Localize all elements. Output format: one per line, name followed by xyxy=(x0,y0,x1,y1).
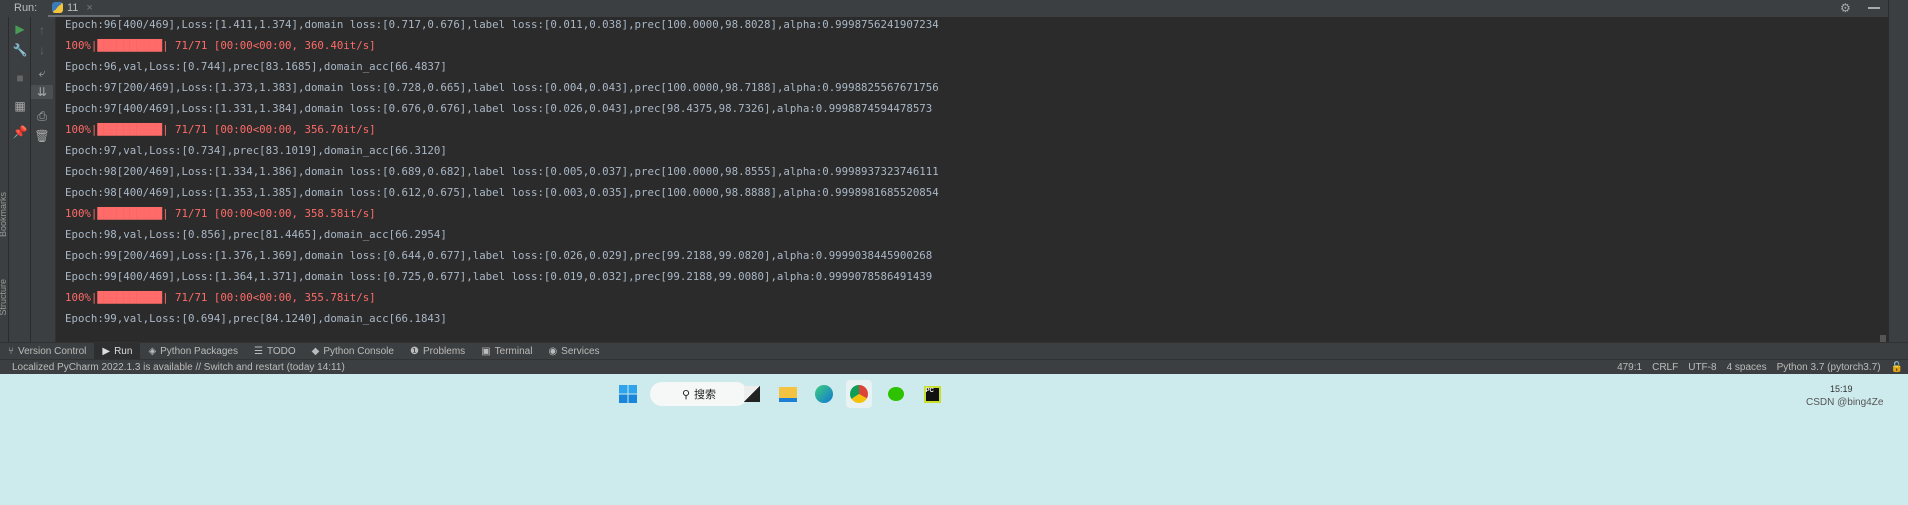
taskbar-search[interactable]: ⚲ 搜索 xyxy=(650,382,748,406)
tool-window-python-packages[interactable]: ◈ Python Packages xyxy=(140,343,246,360)
indent-setting[interactable]: 4 spaces xyxy=(1722,362,1772,373)
clock[interactable]: 15:19 xyxy=(1830,384,1853,394)
tool-window-todo[interactable]: ☰ TODO xyxy=(246,343,304,360)
trash-icon[interactable]: 🗑 xyxy=(31,129,53,143)
progress-line: 100%|██████████| 71/71 [00:00<00:00, 360… xyxy=(65,39,376,52)
console-line: Epoch:96[400/469],Loss:[1.411,1.374],dom… xyxy=(65,18,939,31)
line-separator[interactable]: CRLF xyxy=(1647,362,1683,373)
rerun-icon[interactable]: ▶ xyxy=(9,22,31,36)
tool-window-label: Services xyxy=(561,345,600,357)
pin-icon[interactable]: 📌 xyxy=(9,125,31,139)
minimize-icon[interactable] xyxy=(1868,7,1880,9)
pycharm-button[interactable]: PC xyxy=(920,382,944,406)
tool-window-python-console[interactable]: ◆ Python Console xyxy=(304,343,402,360)
run-label: Run: xyxy=(14,2,38,14)
tool-window-icon: ⑂ xyxy=(8,345,14,357)
right-tool-strip xyxy=(1888,0,1908,374)
tool-window-label: Python Console xyxy=(323,345,394,357)
layout-icon[interactable]: ▦ xyxy=(9,99,31,113)
run-toolbar: ▶ 🔧 ■ ▦ 📌 xyxy=(9,17,31,342)
console-output[interactable]: Epoch:96[400/469],Loss:[1.411,1.374],dom… xyxy=(57,17,1887,367)
up-arrow-icon[interactable]: ↑ xyxy=(31,23,53,37)
console-line: Epoch:97[200/469],Loss:[1.373,1.383],dom… xyxy=(65,81,939,94)
wechat-icon xyxy=(888,387,904,401)
run-tab-label: 11 xyxy=(67,1,79,14)
tool-window-services[interactable]: ◉ Services xyxy=(540,343,607,360)
console-line: Epoch:98,val,Loss:[0.856],prec[81.4465],… xyxy=(65,228,447,241)
folder-icon xyxy=(779,386,797,402)
scroll-to-end-icon[interactable]: ⇊ xyxy=(31,85,53,99)
tool-window-label: Version Control xyxy=(18,345,87,357)
pycharm-icon: PC xyxy=(923,385,941,403)
console-line: Epoch:99,val,Loss:[0.694],prec[84.1240],… xyxy=(65,312,447,325)
tool-window-icon: ▣ xyxy=(481,345,491,357)
console-line: Epoch:97,val,Loss:[0.734],prec[83.1019],… xyxy=(65,144,447,157)
taskbar: ⚲ 搜索 PC 15:19 CSDN @bing4Ze xyxy=(0,374,1908,505)
python-icon xyxy=(52,2,63,13)
tool-window-label: Problems xyxy=(422,345,466,357)
tool-window-run[interactable]: ▶ Run xyxy=(94,342,141,360)
console-line: Epoch:98[200/469],Loss:[1.334,1.386],dom… xyxy=(65,165,939,178)
tool-window-problems[interactable]: ❶ Problems xyxy=(402,343,473,360)
tool-window-label: Terminal xyxy=(494,345,533,357)
console-line: Epoch:97[400/469],Loss:[1.331,1.384],dom… xyxy=(65,102,933,115)
tool-window-icon: ☰ xyxy=(253,345,263,357)
start-button[interactable] xyxy=(617,382,639,406)
wrench-icon[interactable]: 🔧 xyxy=(9,43,31,57)
down-arrow-icon[interactable]: ↓ xyxy=(31,43,53,57)
tool-window-label: Python Packages xyxy=(160,345,238,357)
print-icon[interactable]: ⎙ xyxy=(31,109,53,124)
tool-window-icon: ◈ xyxy=(148,345,157,357)
windows-icon xyxy=(619,385,637,403)
lock-icon[interactable]: 🔓 xyxy=(1886,362,1908,373)
edge-icon xyxy=(815,385,833,403)
left-tool-strip: Bookmarks Structure xyxy=(0,17,9,342)
tool-window-version-control[interactable]: ⑂ Version Control xyxy=(0,343,94,360)
file-explorer-button[interactable] xyxy=(776,382,800,406)
tool-window-icon: ▶ xyxy=(102,345,111,357)
update-message[interactable]: Localized PyCharm 2022.1.3 is available … xyxy=(0,362,1612,373)
tool-window-icon: ❶ xyxy=(409,345,419,357)
tool-window-icon: ◉ xyxy=(548,345,558,357)
progress-line: 100%|██████████| 71/71 [00:00<00:00, 358… xyxy=(65,207,376,220)
search-label: 搜索 xyxy=(694,389,717,401)
close-icon[interactable]: × xyxy=(86,2,92,14)
bookmarks-tab[interactable]: Bookmarks xyxy=(0,192,8,237)
console-line: Epoch:99[400/469],Loss:[1.364,1.371],dom… xyxy=(65,270,933,283)
file-encoding[interactable]: UTF-8 xyxy=(1683,362,1721,373)
progress-line: 100%|██████████| 71/71 [00:00<00:00, 356… xyxy=(65,123,376,136)
task-view-icon xyxy=(744,386,760,402)
structure-tab[interactable]: Structure xyxy=(0,279,8,316)
gear-icon[interactable]: ⚙ xyxy=(1840,1,1851,15)
tool-window-bar: ⑂ Version Control ▶ Run ◈ Python Packages ☰ TOD… xyxy=(0,342,1908,360)
stop-icon[interactable]: ■ xyxy=(9,71,31,85)
chrome-button[interactable] xyxy=(846,380,872,408)
wechat-button[interactable] xyxy=(884,382,908,406)
task-view-button[interactable] xyxy=(740,382,764,406)
console-line: Epoch:99[200/469],Loss:[1.376,1.369],dom… xyxy=(65,249,933,262)
cursor-position[interactable]: 479:1 xyxy=(1612,362,1647,373)
tool-window-icon: ◆ xyxy=(311,345,320,357)
status-bar: Localized PyCharm 2022.1.3 is available … xyxy=(0,359,1908,374)
tool-window-label: TODO xyxy=(266,345,296,357)
console-line: Epoch:98[400/469],Loss:[1.353,1.385],dom… xyxy=(65,186,939,199)
soft-wrap-icon[interactable]: ⤶ xyxy=(31,66,53,81)
console-toolbar: ↑ ↓ ⤶ ⇊ ⎙ 🗑 xyxy=(31,17,56,342)
tool-window-label: Run xyxy=(114,345,133,357)
watermark: CSDN @bing4Ze xyxy=(1806,397,1884,408)
interpreter[interactable]: Python 3.7 (pytorch3.7) xyxy=(1772,362,1886,373)
search-icon: ⚲ xyxy=(681,388,691,401)
edge-button[interactable] xyxy=(812,382,836,406)
chrome-icon xyxy=(850,385,868,403)
console-line: Epoch:96,val,Loss:[0.744],prec[83.1685],… xyxy=(65,60,447,73)
progress-line: 100%|██████████| 71/71 [00:00<00:00, 355… xyxy=(65,291,376,304)
tool-window-terminal[interactable]: ▣ Terminal xyxy=(473,343,540,360)
